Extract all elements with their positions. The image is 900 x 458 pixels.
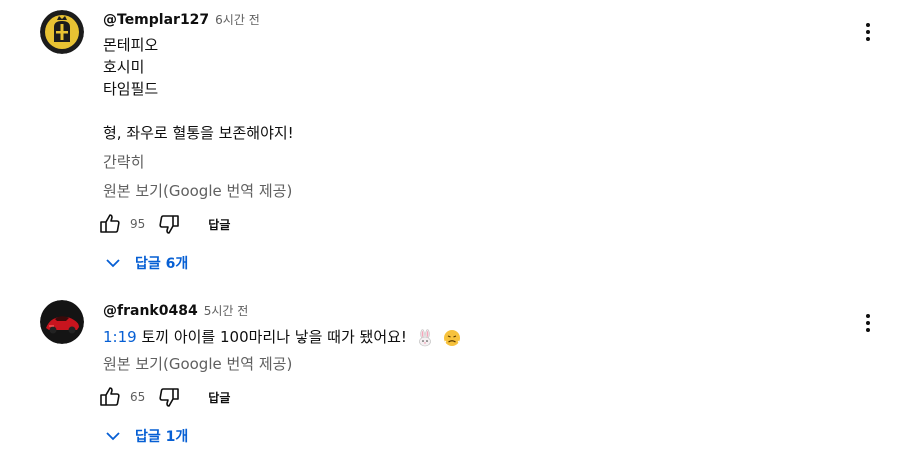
author-name[interactable]: @frank0484 [103,303,198,319]
comment-text-line-5: 형, 좌우로 혈통을 보존해야지! [103,124,294,142]
chevron-down-icon [106,259,120,268]
comment-time[interactable]: 5시간 전 [204,304,249,318]
like-count: 65 [130,390,146,404]
red-car-icon [40,300,84,344]
comment-time[interactable]: 6시간 전 [215,13,260,27]
comment-text-line-3: 타임필드 [103,80,159,98]
view-replies-button[interactable]: 답글 1개 [104,426,188,446]
replies-count-label: 답글 6개 [135,256,189,272]
replies-count-label: 답글 1개 [135,429,189,445]
thumbs-up-icon [100,214,120,233]
collapse-link[interactable]: 간략히 [103,151,144,172]
view-original-link[interactable]: 원본 보기(Google 번역 제공) [103,353,292,374]
comment-actions: 95 답글 [98,212,230,236]
dislike-button[interactable] [157,385,181,409]
comment-body: 토끼 아이를 100마리나 낳을 때가 됐어요! [136,328,407,346]
dot [866,314,870,318]
like-button[interactable] [98,385,122,409]
view-replies-button[interactable]: 답글 6개 [104,253,188,273]
view-original-link[interactable]: 원본 보기(Google 번역 제공) [103,180,292,201]
chevron-down-icon [106,432,120,441]
comment-author[interactable]: @Templar127 6시간 전 [103,11,260,28]
comment-author[interactable]: @frank0484 5시간 전 [103,302,248,319]
dot [866,37,870,41]
thumbs-up-icon [100,387,120,406]
like-button[interactable] [98,212,122,236]
author-name[interactable]: @Templar127 [103,12,209,28]
dot [866,328,870,332]
frustrated-face-icon [443,329,460,346]
comment-menu-button[interactable] [858,311,878,335]
like-count: 95 [130,217,146,231]
comment-menu-button[interactable] [858,20,878,44]
dot [866,321,870,325]
comment-text: 1:19 토끼 아이를 100마리나 낳을 때가 됐어요! [103,326,461,348]
avatar-frank0484[interactable] [40,300,84,344]
avatar-templar127[interactable] [40,10,84,54]
reply-button[interactable]: 답글 [208,216,230,233]
dot [866,23,870,27]
reply-button[interactable]: 답글 [208,389,230,406]
video-timestamp-link[interactable]: 1:19 [103,328,137,346]
thumbs-down-icon [159,215,180,234]
comment-text-line-1: 몬테피오 [103,36,159,54]
rabbit-icon [418,328,431,346]
dot [866,30,870,34]
templar-helmet-icon [40,10,84,54]
comment-text-line-2: 호시미 [103,58,145,76]
comment-actions: 65 답글 [98,385,230,409]
dislike-button[interactable] [157,212,181,236]
thumbs-down-icon [159,388,180,407]
